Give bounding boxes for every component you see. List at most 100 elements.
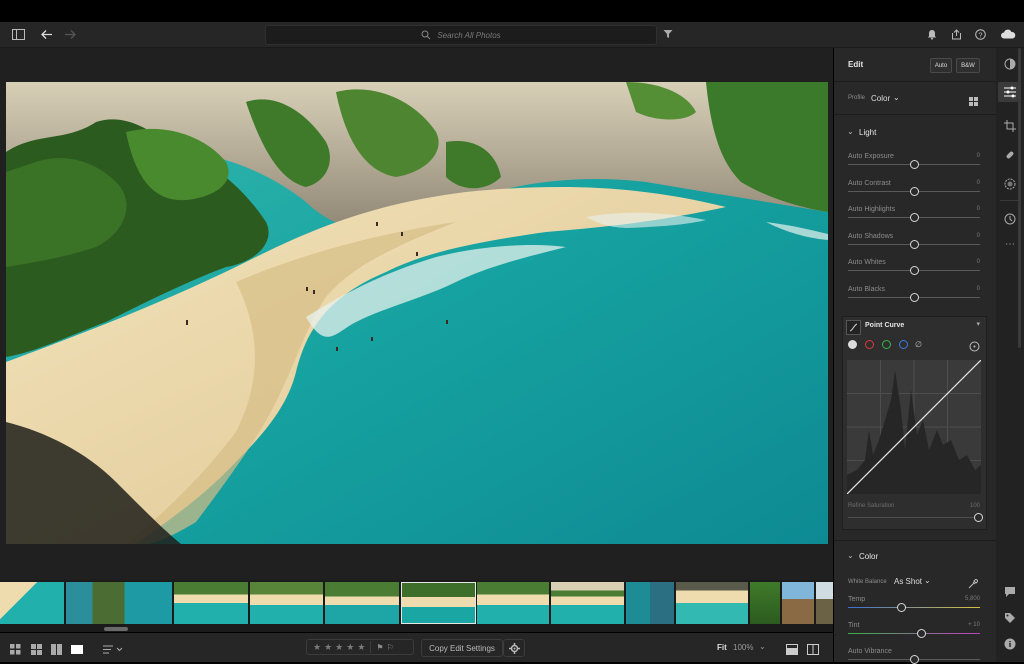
- slider-value[interactable]: 0: [977, 233, 980, 239]
- comments-icon[interactable]: [1002, 584, 1018, 600]
- keywords-tag-icon[interactable]: [1002, 610, 1018, 626]
- slider-knob[interactable]: [910, 213, 919, 222]
- edit-panel-title: Edit: [848, 60, 864, 69]
- slider-knob[interactable]: [916, 629, 926, 638]
- green-channel-icon[interactable]: [882, 340, 891, 349]
- filmstrip-thumbnail-selected[interactable]: [401, 582, 476, 624]
- filmstrip-thumbnail[interactable]: [750, 582, 780, 624]
- slider-knob[interactable]: [910, 160, 919, 169]
- curve-icon[interactable]: [846, 320, 861, 335]
- star-icon[interactable]: ★: [357, 642, 365, 653]
- filmstrip-thumbnail[interactable]: [626, 582, 674, 624]
- light-collapse-chevron-icon[interactable]: ⌄: [847, 127, 854, 136]
- filmstrip-thumbnail[interactable]: [782, 582, 814, 624]
- light-section-title[interactable]: Light: [859, 128, 876, 137]
- slider-value[interactable]: 0: [977, 286, 980, 292]
- bw-button[interactable]: B&W: [956, 58, 980, 73]
- red-channel-icon[interactable]: [865, 340, 874, 349]
- sidebar-toggle-icon[interactable]: [10, 26, 26, 42]
- cloud-icon[interactable]: [999, 26, 1017, 42]
- slider-knob[interactable]: [896, 603, 906, 612]
- rgb-channel-icon[interactable]: [848, 340, 857, 349]
- versions-history-icon[interactable]: [1002, 211, 1018, 227]
- curve-graph[interactable]: [847, 360, 981, 494]
- bell-icon[interactable]: [924, 26, 940, 42]
- slider-label: Auto Blacks: [848, 285, 885, 293]
- filmstrip-thumbnail[interactable]: [676, 582, 748, 624]
- eyedropper-icon[interactable]: [968, 576, 979, 594]
- profile-chevron-icon[interactable]: ⌄: [893, 93, 900, 102]
- filmstrip-scrollbar[interactable]: [104, 627, 128, 631]
- more-options-icon[interactable]: ⋯: [1002, 236, 1018, 252]
- flag-icon[interactable]: ⚑: [376, 643, 383, 652]
- slider-knob[interactable]: [910, 655, 919, 664]
- info-icon[interactable]: [1002, 636, 1018, 652]
- target-adjust-icon[interactable]: [969, 339, 980, 357]
- star-icon[interactable]: ★: [324, 642, 332, 653]
- filmstrip-thumbnail[interactable]: [551, 582, 624, 624]
- slider-knob[interactable]: [910, 266, 919, 275]
- healing-icon[interactable]: [1002, 147, 1018, 163]
- presets-icon[interactable]: [1002, 56, 1018, 72]
- profile-browser-icon[interactable]: [969, 94, 979, 112]
- square-grid-icon[interactable]: [10, 642, 21, 660]
- slider-value[interactable]: 0: [977, 206, 980, 212]
- zoom-dropdown-icon[interactable]: ⌄: [759, 642, 766, 651]
- panel-scrollbar[interactable]: [1018, 48, 1021, 348]
- search-input[interactable]: Search All Photos: [265, 25, 657, 45]
- crop-icon[interactable]: [1002, 118, 1018, 134]
- auto-button[interactable]: Auto: [930, 58, 952, 73]
- masking-icon[interactable]: [1002, 176, 1018, 192]
- blue-channel-icon[interactable]: [899, 340, 908, 349]
- profile-dropdown[interactable]: Color: [871, 94, 890, 103]
- slider-value[interactable]: 0: [977, 259, 980, 265]
- before-after-icon[interactable]: [786, 642, 798, 660]
- color-collapse-chevron-icon[interactable]: ⌄: [847, 551, 854, 560]
- filmstrip-thumbnail[interactable]: [174, 582, 248, 624]
- photo-grid-icon[interactable]: [31, 642, 42, 660]
- star-icon[interactable]: ★: [346, 642, 354, 653]
- filmstrip-thumbnail[interactable]: [325, 582, 399, 624]
- color-section-title[interactable]: Color: [859, 552, 878, 561]
- copy-edit-settings-button[interactable]: Copy Edit Settings: [421, 639, 503, 657]
- fit-zoom-option[interactable]: Fit: [717, 643, 727, 652]
- slider-value[interactable]: 0: [977, 180, 980, 186]
- share-icon[interactable]: [948, 26, 964, 42]
- filmstrip-thumbnail[interactable]: [0, 582, 64, 624]
- parametric-curve-icon[interactable]: ∅: [915, 340, 922, 349]
- split-view-icon[interactable]: [807, 642, 819, 660]
- compare-view-icon[interactable]: [51, 642, 62, 660]
- back-arrow-icon[interactable]: [38, 26, 54, 42]
- sort-icon[interactable]: [103, 642, 123, 660]
- point-curve-dropdown-icon[interactable]: ▾: [976, 320, 980, 328]
- zoom-percentage-option[interactable]: 100%: [733, 643, 753, 652]
- slider-value[interactable]: 0: [977, 153, 980, 159]
- slider-knob[interactable]: [910, 292, 919, 302]
- star-icon[interactable]: ★: [313, 642, 321, 653]
- reject-flag-icon[interactable]: ⚐: [387, 643, 394, 652]
- settings-gear-button[interactable]: [503, 639, 525, 657]
- help-icon[interactable]: ?: [972, 26, 988, 42]
- filmstrip-thumbnail[interactable]: [66, 582, 172, 624]
- forward-arrow-icon[interactable]: [62, 26, 78, 42]
- filmstrip-thumbnail[interactable]: [816, 582, 833, 624]
- slider-knob[interactable]: [910, 239, 919, 249]
- star-icon[interactable]: ★: [335, 642, 343, 653]
- edit-sliders-icon[interactable]: [1002, 84, 1018, 100]
- refine-saturation-track[interactable]: [848, 517, 976, 518]
- main-photo[interactable]: [6, 82, 828, 544]
- white-balance-dropdown[interactable]: As Shot: [894, 577, 922, 586]
- refine-saturation-knob[interactable]: [974, 513, 983, 522]
- slider-value[interactable]: 5,800: [965, 596, 980, 602]
- divider: [834, 540, 996, 541]
- slider-track[interactable]: [848, 633, 980, 634]
- point-curve-title[interactable]: Point Curve: [865, 322, 904, 329]
- slider-track[interactable]: [848, 607, 980, 608]
- detail-view-icon[interactable]: [71, 642, 83, 660]
- white-balance-chevron-icon[interactable]: ⌄: [924, 576, 931, 585]
- filmstrip-thumbnail[interactable]: [250, 582, 323, 624]
- filter-icon[interactable]: [660, 26, 676, 42]
- slider-knob[interactable]: [910, 186, 919, 196]
- slider-value[interactable]: + 10: [968, 622, 980, 628]
- filmstrip-thumbnail[interactable]: [477, 582, 549, 624]
